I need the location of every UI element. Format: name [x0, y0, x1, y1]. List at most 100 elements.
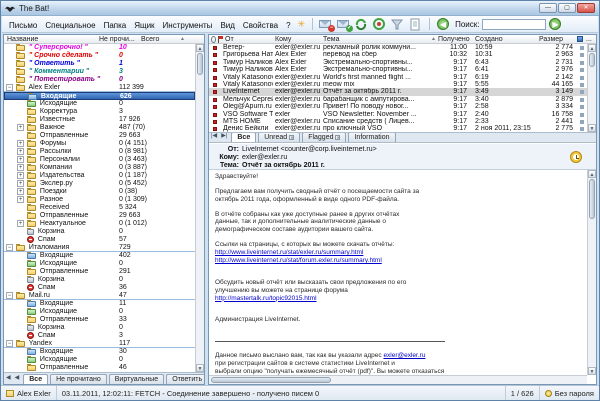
close-button[interactable]: ✕: [577, 3, 595, 13]
menu-item[interactable]: Папка: [100, 20, 131, 31]
gear-icon[interactable]: ✳: [298, 19, 306, 30]
folder-row[interactable]: + Издательства 0 (1 187): [4, 172, 195, 180]
search-input[interactable]: [482, 19, 546, 30]
expander-icon[interactable]: +: [17, 156, 24, 163]
scroll-thumb[interactable]: [589, 179, 595, 219]
folder-row[interactable]: − Италомания 729: [4, 244, 195, 252]
scroll-down-icon[interactable]: ▼: [588, 124, 596, 132]
menu-item[interactable]: Письмо: [5, 20, 41, 31]
expander-icon[interactable]: +: [17, 148, 24, 155]
view-tab[interactable]: Unread ✕: [258, 132, 300, 142]
folder-row[interactable]: + Поездки 0 (38): [4, 188, 195, 196]
tabs-prev-icon[interactable]: ◀: [13, 373, 22, 384]
folder-row[interactable]: Отправленные 29 663: [4, 132, 195, 140]
preview-scrollbar[interactable]: ▲ ▼: [587, 170, 596, 375]
tree-scrollbar[interactable]: ▲ ▼: [195, 44, 204, 372]
tab-close-icon[interactable]: ✕: [335, 135, 340, 140]
message-row[interactable]: Vitaly Katasonov exler@exler.ru meow mix…: [209, 81, 587, 88]
expander-icon[interactable]: +: [17, 220, 24, 227]
message-row[interactable]: Vitaly Katasonov exler@exler.ru World's …: [209, 74, 587, 81]
menu-item[interactable]: Свойства: [239, 20, 282, 31]
folder-row[interactable]: Received 5 324: [4, 204, 195, 212]
folder-row[interactable]: Исходящие 0: [4, 356, 195, 364]
expander-icon[interactable]: −: [6, 340, 13, 347]
message-row[interactable]: Ветер- exler@exler.ru рекламный ролик ко…: [209, 44, 587, 51]
folder-row[interactable]: Исходящие 0: [4, 100, 195, 108]
view-tab[interactable]: Все: [231, 132, 256, 142]
scroll-thumb[interactable]: [197, 53, 203, 75]
folder-row[interactable]: Корзина 0: [4, 324, 195, 332]
col-name[interactable]: Название: [7, 35, 38, 44]
folder-row[interactable]: + Форумы 0 (4 151): [4, 140, 195, 148]
folder-row[interactable]: Спам 3: [4, 332, 195, 340]
dispatch-icon[interactable]: [372, 18, 388, 31]
folder-row[interactable]: + Экслер.ру 0 (5 452): [4, 180, 195, 188]
folder-row[interactable]: Корзина 0: [4, 276, 195, 284]
expander-icon[interactable]: −: [6, 244, 13, 251]
folder-tab[interactable]: Все: [23, 374, 48, 384]
body-link[interactable]: http://mastertalk.ru/topic92015.html: [215, 295, 317, 302]
expander-icon[interactable]: +: [17, 124, 24, 131]
scroll-thumb[interactable]: [211, 377, 331, 383]
expander-icon[interactable]: +: [17, 188, 24, 195]
expander-icon[interactable]: +: [17, 164, 24, 171]
tab-close-icon[interactable]: ✕: [289, 135, 294, 140]
folder-row[interactable]: Отправленные 291: [4, 268, 195, 276]
folder-row[interactable]: + Разное 0 (1 309): [4, 196, 195, 204]
menu-item[interactable]: Специальное: [41, 20, 99, 31]
col-total[interactable]: Всего: [141, 35, 159, 44]
notes-icon[interactable]: [408, 18, 424, 31]
flag-column-icon[interactable]: [218, 36, 224, 43]
search-next-button[interactable]: ▶: [549, 18, 561, 30]
list-column-header[interactable]: От Кому Тема ▲ Получено Создано Размер .…: [209, 35, 596, 44]
view-tab[interactable]: Information: [348, 132, 395, 142]
folder-row[interactable]: + Персоналии 0 (3 463): [4, 156, 195, 164]
expander-icon[interactable]: +: [17, 180, 24, 187]
body-link[interactable]: exler@exler.ru: [383, 352, 425, 359]
folder-row[interactable]: Отправленные 33: [4, 316, 195, 324]
tabs-next-icon[interactable]: ▶|: [219, 132, 229, 142]
view-tab[interactable]: Flagged ✕: [302, 132, 346, 142]
folder-row[interactable]: " Срочно сделать " 0: [4, 52, 195, 60]
scroll-down-icon[interactable]: ▼: [588, 367, 596, 375]
message-row[interactable]: LiveInternet exler@exler.ru Отчёт за окт…: [209, 88, 587, 95]
folder-row[interactable]: + Рассылки 0 (8 981): [4, 148, 195, 156]
scroll-up-icon[interactable]: ▲: [588, 170, 596, 178]
col-subject[interactable]: Тема: [323, 35, 339, 44]
list-scrollbar[interactable]: ▲ ▼: [587, 44, 596, 132]
attachment-column-icon[interactable]: [211, 36, 216, 43]
folder-row[interactable]: Исходящие 0: [4, 260, 195, 268]
scroll-thumb[interactable]: [589, 53, 595, 67]
folder-row[interactable]: Отправленные 46: [4, 364, 195, 372]
message-row[interactable]: MTS HOME exler@exler.ru Списание средств…: [209, 118, 587, 125]
scroll-down-icon[interactable]: ▼: [196, 364, 204, 372]
expander-icon[interactable]: −: [6, 292, 13, 299]
col-size[interactable]: Размер: [539, 35, 563, 44]
folder-row[interactable]: − Yandex 117: [4, 340, 195, 348]
folder-row[interactable]: " Потестировать " 0: [4, 76, 195, 84]
col-unread[interactable]: Не прочи...: [99, 35, 135, 44]
check-mail-button[interactable]: ✓: [336, 18, 352, 31]
preview-hscrollbar[interactable]: [209, 375, 587, 384]
folder-row[interactable]: " Комментарии " 3: [4, 68, 195, 76]
col-created[interactable]: Создано: [475, 35, 503, 44]
search-prev-button[interactable]: ◀: [437, 18, 449, 30]
more-column-icon[interactable]: [577, 36, 583, 42]
menu-item[interactable]: Инструменты: [159, 20, 217, 31]
folder-row[interactable]: + Важное 487 (70): [4, 124, 195, 132]
message-row[interactable]: Тимур Наликов Alex Exler Экстремально-сп…: [209, 59, 587, 66]
filter-icon[interactable]: [390, 18, 406, 31]
folder-tab[interactable]: Виртуальные: [109, 374, 164, 384]
refresh-icon[interactable]: [354, 18, 370, 31]
folder-row[interactable]: Корректура 3: [4, 108, 195, 116]
folder-row[interactable]: Входящие 11: [4, 300, 195, 308]
message-row[interactable]: VSO Software Team exler VSO Newsletter: …: [209, 111, 587, 118]
maximize-button[interactable]: ▢: [558, 3, 576, 13]
body-link[interactable]: http://www.liveinternet.ru/stat/forum.ex…: [215, 257, 382, 264]
scroll-up-icon[interactable]: ▲: [588, 44, 596, 52]
folder-row[interactable]: " Суперсрочно! " 10: [4, 44, 195, 52]
folder-row[interactable]: Спам 36: [4, 284, 195, 292]
message-row[interactable]: Oleg@Apurn.ru exler@exler.ru Привет! По …: [209, 103, 587, 110]
folder-tab[interactable]: Не прочитано: [50, 374, 107, 384]
folder-row[interactable]: Отправленные 29 663: [4, 212, 195, 220]
